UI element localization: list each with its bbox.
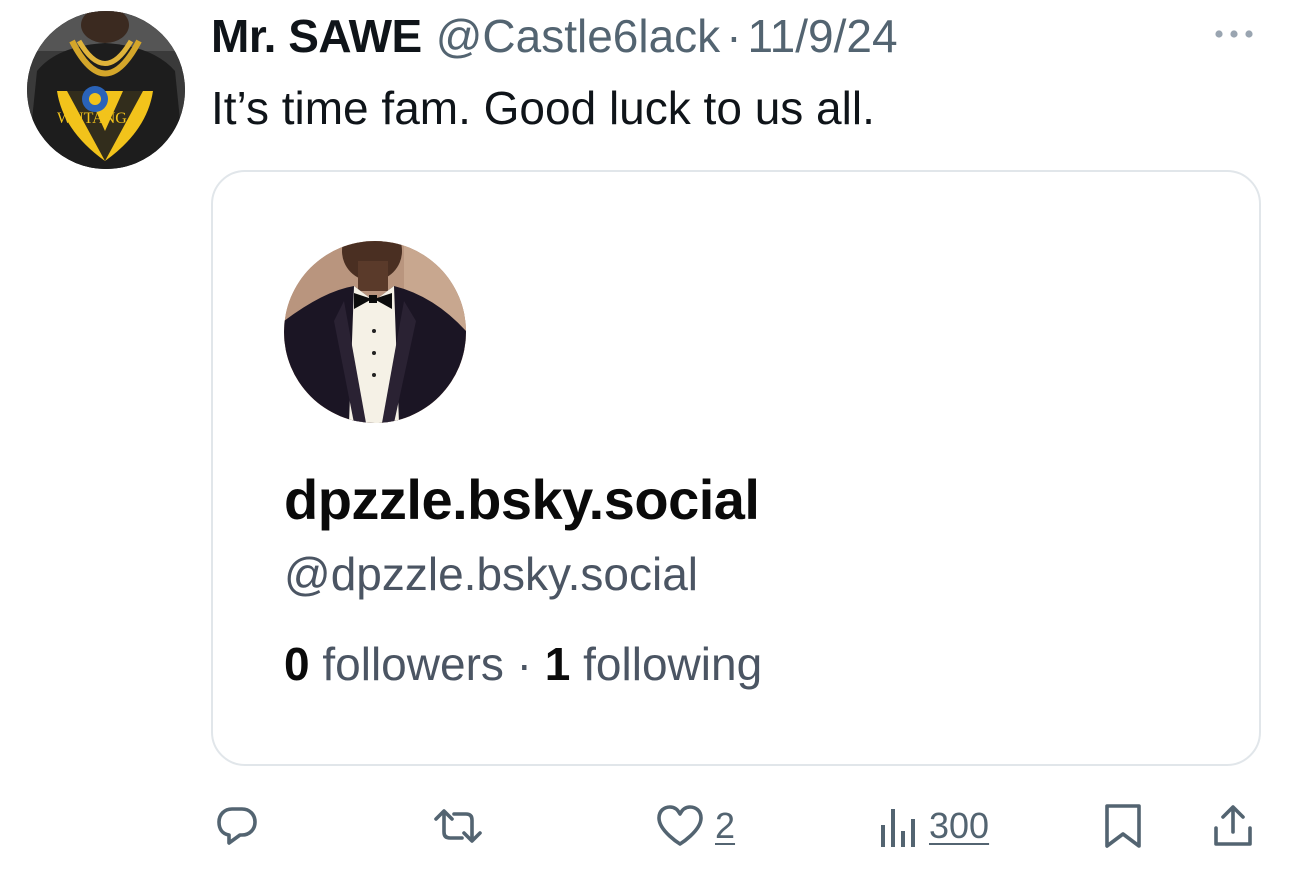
profile-avatar-image — [284, 241, 466, 423]
share-button[interactable] — [1211, 796, 1255, 856]
avatar-shirt-text: WUTANG — [57, 110, 127, 127]
reply-button[interactable] — [213, 796, 261, 856]
views-count: 300 — [929, 805, 990, 846]
views-icon — [881, 809, 915, 847]
profile-card-avatar — [284, 241, 466, 423]
more-options-button[interactable] — [1212, 20, 1256, 48]
author-handle[interactable]: @Castle6lack — [436, 8, 720, 64]
following-label: following — [583, 638, 763, 690]
more-icon — [1215, 30, 1253, 38]
stats-separator: · — [516, 638, 532, 690]
tweet-header: Mr. SAWE @Castle6lack · 11/9/24 — [211, 8, 898, 64]
retweet-button[interactable] — [430, 796, 486, 856]
following-count: 1 — [544, 638, 571, 690]
views-button[interactable]: 300 — [877, 796, 989, 856]
tweet-actions: 2 300 — [0, 796, 1290, 856]
author-name[interactable]: Mr. SAWE — [211, 8, 422, 64]
tweet: WUTANG Mr. SAWE @Castle6lack · 11/9/24 I… — [0, 0, 1290, 870]
followers-label: followers — [322, 638, 504, 690]
header-separator: · — [726, 10, 742, 62]
heart-icon — [657, 805, 703, 846]
retweet-icon — [434, 809, 482, 843]
bookmark-button[interactable] — [1103, 796, 1143, 856]
reply-icon — [217, 807, 257, 845]
bookmark-icon — [1105, 804, 1141, 848]
like-count: 2 — [715, 805, 736, 846]
like-button[interactable]: 2 — [655, 796, 735, 856]
profile-card[interactable]: dpzzle.bsky.social @dpzzle.bsky.social 0… — [211, 170, 1261, 766]
profile-card-handle: @dpzzle.bsky.social — [284, 548, 698, 600]
tweet-text: It’s time fam. Good luck to us all. — [211, 82, 875, 134]
profile-card-stats: 0 followers · 1 following — [284, 636, 762, 692]
profile-card-display-name: dpzzle.bsky.social — [284, 468, 760, 531]
author-avatar-image: WUTANG — [27, 11, 185, 169]
share-icon — [1214, 805, 1252, 846]
followers-count: 0 — [284, 638, 310, 690]
author-avatar[interactable]: WUTANG — [27, 11, 185, 169]
tweet-date[interactable]: 11/9/24 — [748, 8, 898, 64]
